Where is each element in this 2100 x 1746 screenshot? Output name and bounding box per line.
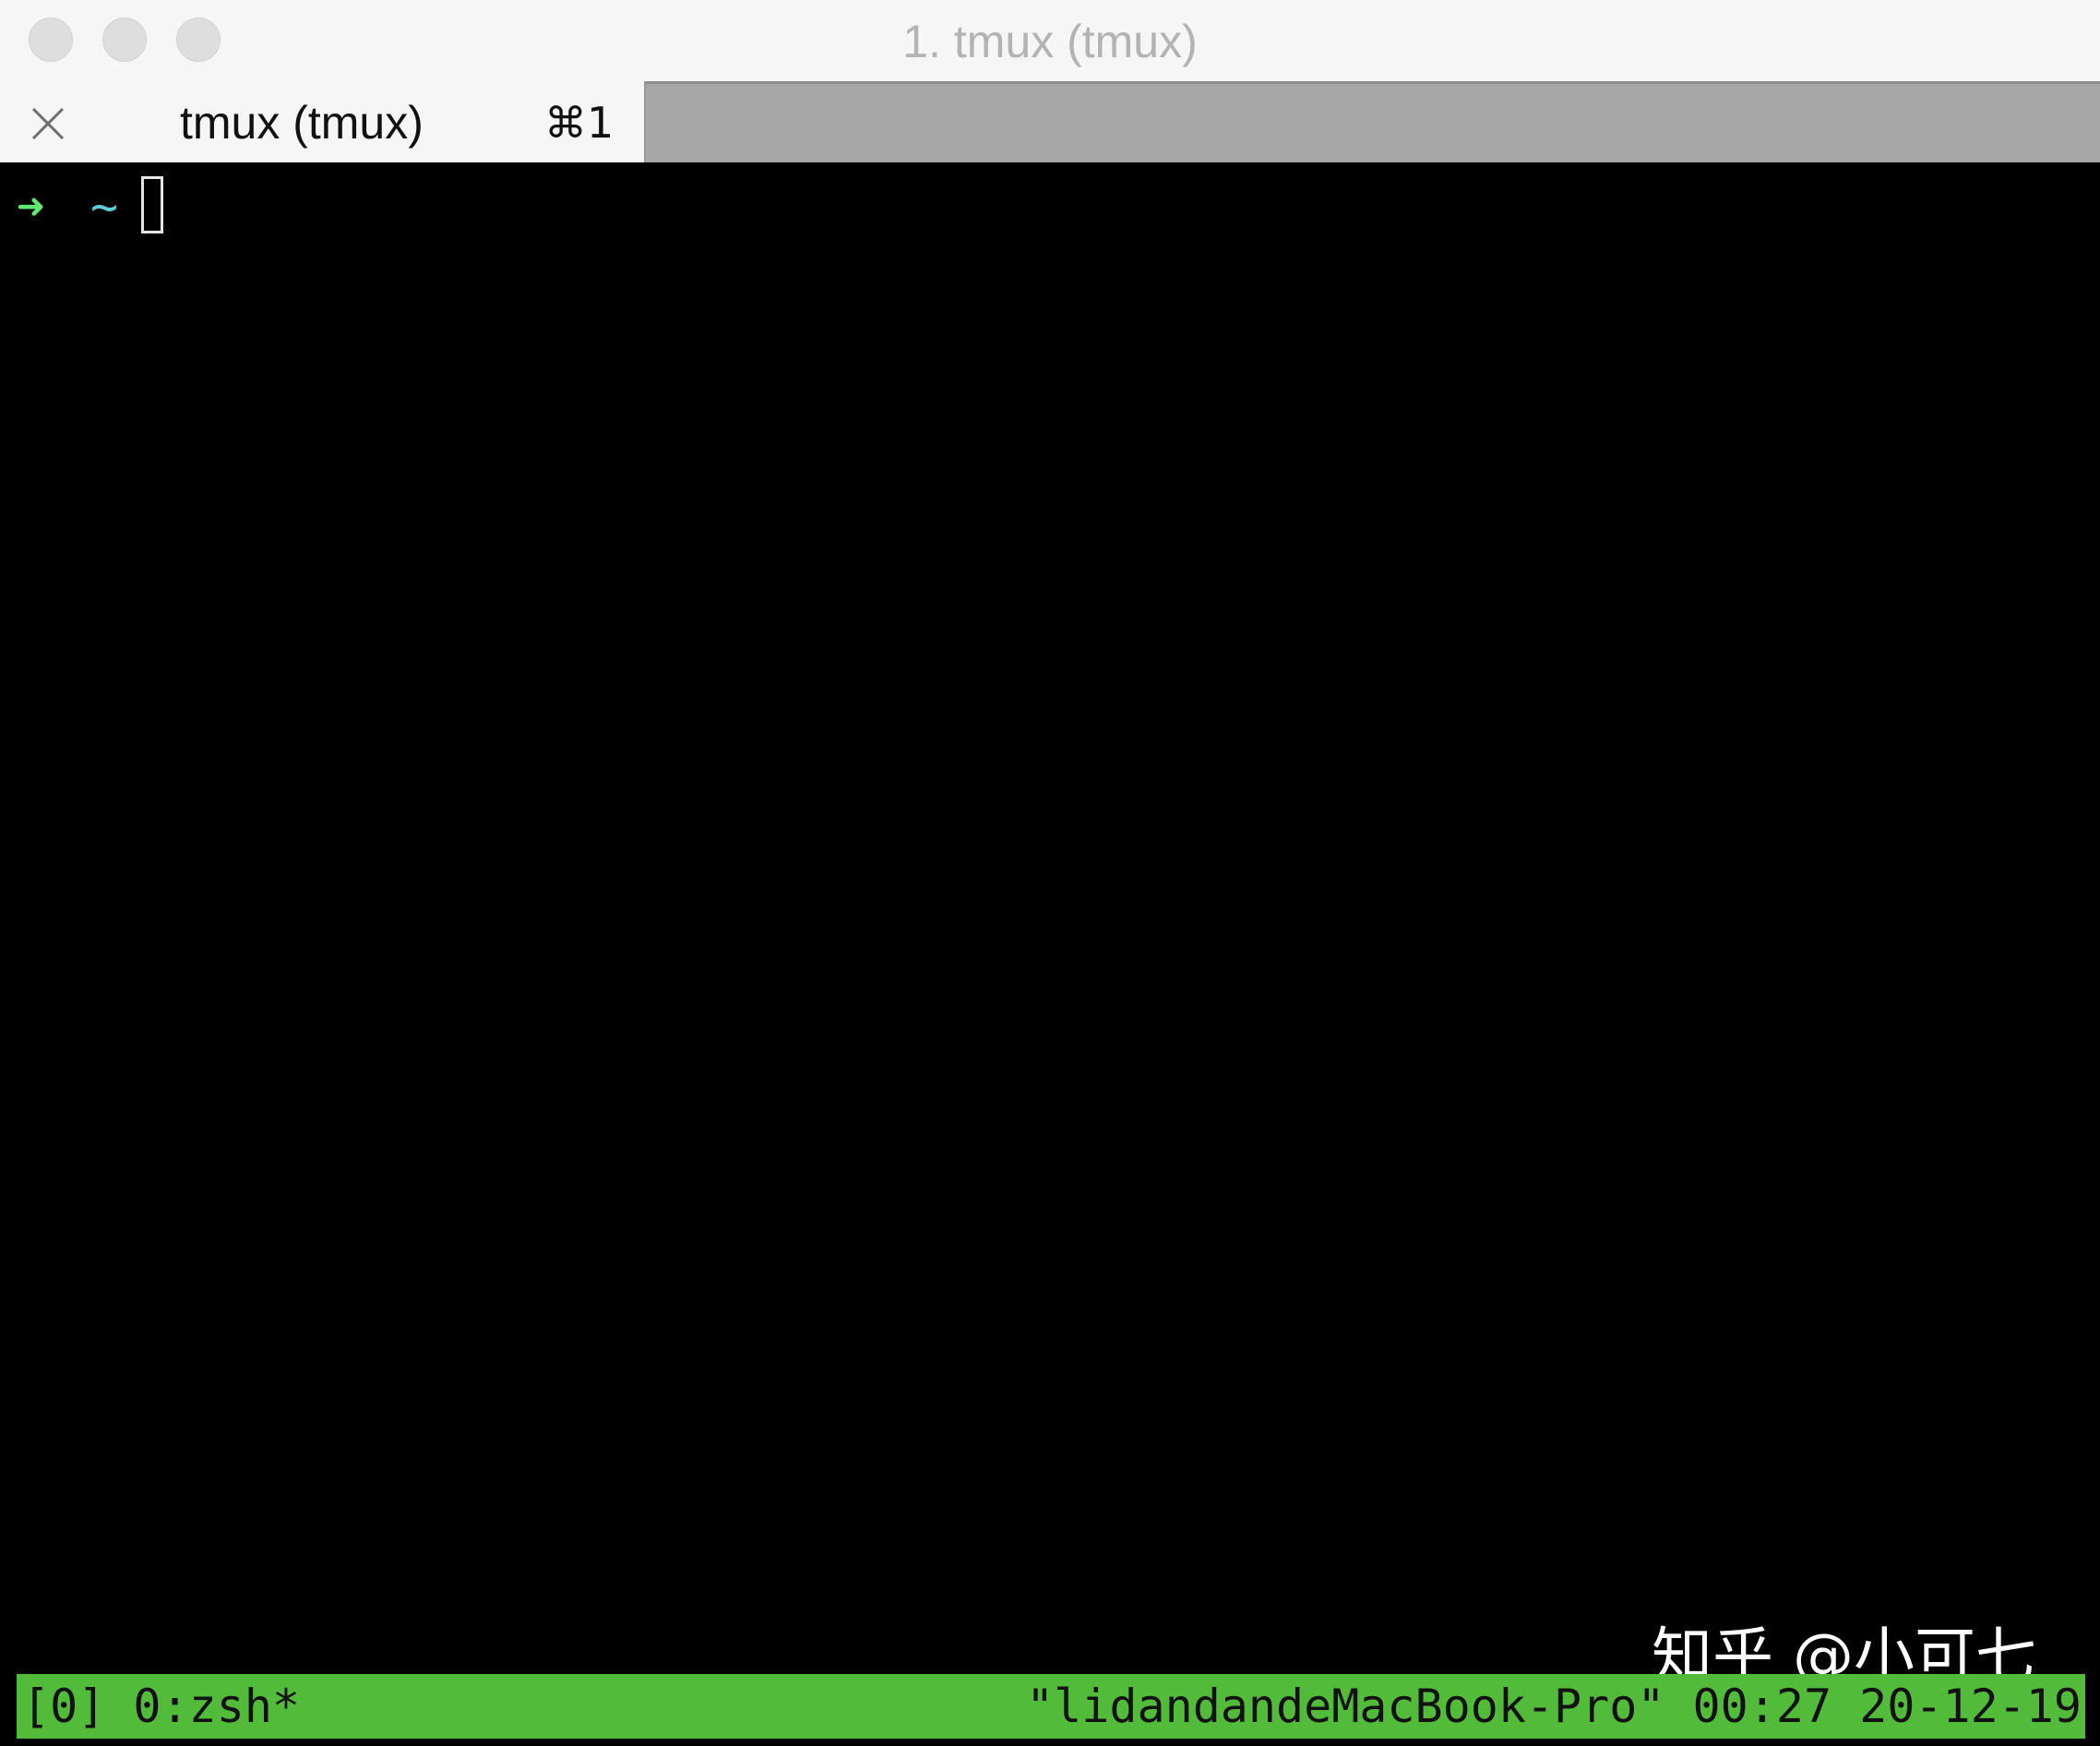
tab-bar: tmux (tmux) ⌘1 — [0, 81, 2100, 244]
window-title: 1. tmux (tmux) — [902, 16, 1198, 67]
tmux-time: 00:27 — [1692, 1680, 1832, 1733]
tmux-status-left: [0] 0:zsh* — [22, 1674, 300, 1739]
tmux-date: 20-12-19 — [1859, 1680, 2082, 1733]
tmux-status-bar: [0] 0:zsh* "lidandandeMacBook-Pro" 00:27… — [17, 1674, 2085, 1739]
tmux-status-right: "lidandandeMacBook-Pro" 00:27 20-12-19 — [1026, 1674, 2082, 1739]
tab-tmux[interactable]: tmux (tmux) ⌘1 — [0, 81, 646, 162]
tab-close-icon[interactable] — [30, 105, 66, 142]
tmux-hostname: "lidandandeMacBook-Pro" — [1026, 1680, 1665, 1733]
tmux-window-item[interactable]: 0:zsh* — [133, 1680, 300, 1733]
text-cursor — [141, 176, 163, 233]
prompt-arrow-icon: ➜ — [17, 180, 45, 233]
tab-shortcut: ⌘1 — [544, 98, 614, 148]
title-bar[interactable]: 1. tmux (tmux) — [0, 0, 2100, 81]
prompt-path: ~ — [90, 180, 119, 233]
shell-prompt: ➜ ~ — [17, 170, 163, 244]
terminal-content[interactable]: ➜ ~ 知乎 @小可七 — [0, 162, 2100, 1746]
terminal-window: 1. tmux (tmux) tmux (tmux) ⌘1 ➜ ~ 知乎 @小可七… — [0, 0, 2100, 1746]
tab-bar-divider — [646, 81, 2100, 84]
tmux-session-index: [0] — [22, 1680, 106, 1733]
tab-label: tmux (tmux) — [180, 97, 424, 149]
